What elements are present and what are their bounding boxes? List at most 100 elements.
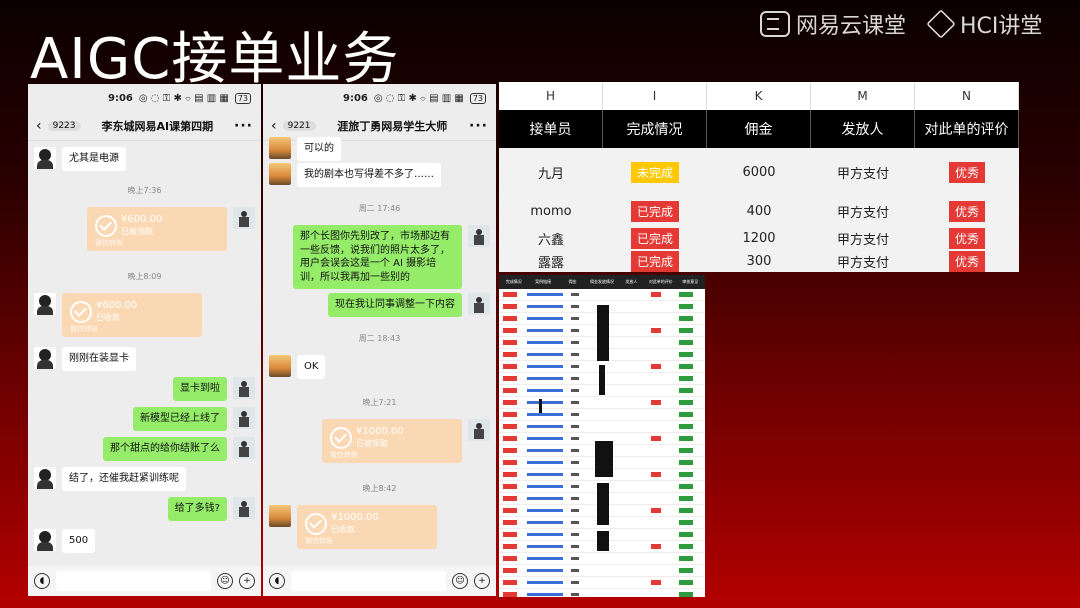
transfer-card[interactable]: ¥600.00 已收款 微信转账 [62,293,202,337]
transfer-footer: 微信转账 [70,325,98,333]
brand-hci: HCI讲堂 [926,8,1043,40]
status-icons: ◎ ◌ ⚿ ✱ ⌔ ▤ ▥ ▦ [138,92,229,104]
message-input[interactable] [56,571,211,591]
status-icons: ◎ ◌ ⚿ ✱ ⌔ ▤ ▥ ▦ [373,92,464,104]
back-chevron-icon[interactable]: ‹ [271,118,277,134]
transfer-amount: ¥1000.00 [356,426,404,437]
cell-payer: 甲方支付 [836,205,889,221]
slide-title: AIGC接单业务 [30,27,400,92]
table-row[interactable]: 九月 未完成 6000 甲方支付 优秀 [499,148,1019,196]
avatar[interactable] [269,163,291,185]
check-circle-icon [95,215,117,237]
transfer-footer: 微信转账 [305,537,333,545]
netease-logo-icon [760,11,790,37]
avatar[interactable] [468,225,490,247]
message-bubble: 我的剧本也写得差不多了…… [297,163,441,187]
timestamp: 晚上8:09 [127,272,162,281]
column-letter[interactable]: K [707,82,811,110]
cell-payer: 甲方支付 [836,255,889,271]
thumbnail-row [499,565,705,577]
status-badge: 已完成 [630,250,679,272]
back-chevron-icon[interactable]: ‹ [36,118,42,134]
transfer-card[interactable]: ¥600.00 已被领取 微信转账 [87,207,227,251]
message-bubble: 尤其是电源 [62,147,126,171]
add-icon[interactable]: + [474,573,490,589]
column-letter[interactable]: N [915,82,1019,110]
cell-commission: 1200 [742,230,776,246]
avatar[interactable] [269,137,291,159]
emoji-icon[interactable]: ☺ [452,573,468,589]
image-preview [539,399,542,413]
header-cell[interactable]: 对此单的评价 [915,110,1019,148]
rating-badge: 优秀 [948,227,985,249]
avatar[interactable] [468,293,490,315]
message-bubble: 那个甜点的给你结账了么 [103,437,227,461]
avatar[interactable] [233,377,255,399]
cell-name: 六鑫 [537,232,564,248]
avatar[interactable] [34,529,56,551]
emoji-icon[interactable]: ☺ [217,573,233,589]
more-icon[interactable]: ··· [234,118,253,134]
add-icon[interactable]: + [239,573,255,589]
cell-commission: 400 [746,203,772,219]
timestamp: 晚上7:21 [362,398,397,407]
transfer-card[interactable]: ¥1000.00 已被领取 微信转账 [322,419,462,463]
message-bubble: 给了多钱? [167,497,227,521]
message-bubble: 刚刚在装显卡 [62,347,136,371]
table-row[interactable]: 六鑫 已完成 1200 甲方支付 优秀 [499,226,1019,250]
check-circle-icon [330,427,352,449]
table-row[interactable]: 露露 已完成 300 甲方支付 优秀 [499,250,1019,272]
message-row: 显卡到啦 [34,377,255,401]
message-row: 刚刚在装显卡 [34,347,255,371]
avatar[interactable] [269,355,291,377]
column-letter[interactable]: I [603,82,707,110]
message-list: 可以的 我的剧本也写得差不多了…… 周二 17:46 那个长图你先别改了，市场那… [263,137,496,561]
message-bubble: 那个长图你先别改了，市场那边有一些反馈，说我们的照片太多了，用户会误会这是一个 … [293,225,462,289]
cell-payer: 甲方支付 [836,232,889,248]
cell-payer: 甲方支付 [836,166,889,182]
image-preview [597,483,609,525]
voice-icon[interactable]: ◖ [269,573,285,589]
commission-spreadsheet: H I K M N 接单员 完成情况 佣金 发放人 对此单的评价 九月 未完成 … [499,82,1019,272]
chat-input-bar: ◖ ☺ + [263,566,496,596]
message-row: 结了，还催我赶紧训练呢 [34,467,255,491]
status-badge: 已完成 [630,227,679,249]
thumbnail-row [499,577,705,589]
thumbnail-row [499,289,705,301]
avatar[interactable] [269,505,291,527]
chat-title: 涯旅丁勇网易学生大师 [337,120,448,133]
chat-screenshot-1: 9:06 ◎ ◌ ⚿ ✱ ⌔ ▤ ▥ ▦ 73 ‹ 9223 李东城网易AI课第… [28,84,261,596]
avatar[interactable] [34,347,56,369]
more-icon[interactable]: ··· [469,118,488,134]
avatar[interactable] [34,293,56,315]
message-row: ¥1000.00 已收款 微信转账 [269,505,490,549]
avatar[interactable] [233,437,255,459]
check-circle-icon [70,301,92,323]
avatar[interactable] [468,419,490,441]
header-cell[interactable]: 发放人 [811,110,915,148]
message-input[interactable] [291,571,446,591]
avatar[interactable] [34,467,56,489]
header-cell[interactable]: 佣金 [707,110,811,148]
image-preview [597,305,609,361]
header-cell[interactable]: 接单员 [499,110,603,148]
avatar[interactable] [233,407,255,429]
header-cell[interactable]: 完成情况 [603,110,707,148]
table-row[interactable]: momo 已完成 400 甲方支付 优秀 [499,196,1019,226]
cell-commission: 6000 [742,164,776,180]
voice-icon[interactable]: ◖ [34,573,50,589]
avatar[interactable] [34,147,56,169]
column-letter[interactable]: M [811,82,915,110]
brand-label: HCI讲堂 [960,14,1043,39]
message-row: ¥600.00 已被领取 微信转账 [34,207,255,251]
avatar[interactable] [233,207,255,229]
transfer-amount: ¥600.00 [121,214,163,225]
transfer-card[interactable]: ¥1000.00 已收款 微信转账 [297,505,437,549]
thumbnail-row [499,421,705,433]
column-letter[interactable]: H [499,82,603,110]
message-bubble: 可以的 [297,137,341,161]
avatar[interactable] [233,497,255,519]
thumbnail-header-cell: 发放人 [625,279,638,284]
image-preview [599,365,605,395]
status-time: 9:06 [107,92,133,104]
